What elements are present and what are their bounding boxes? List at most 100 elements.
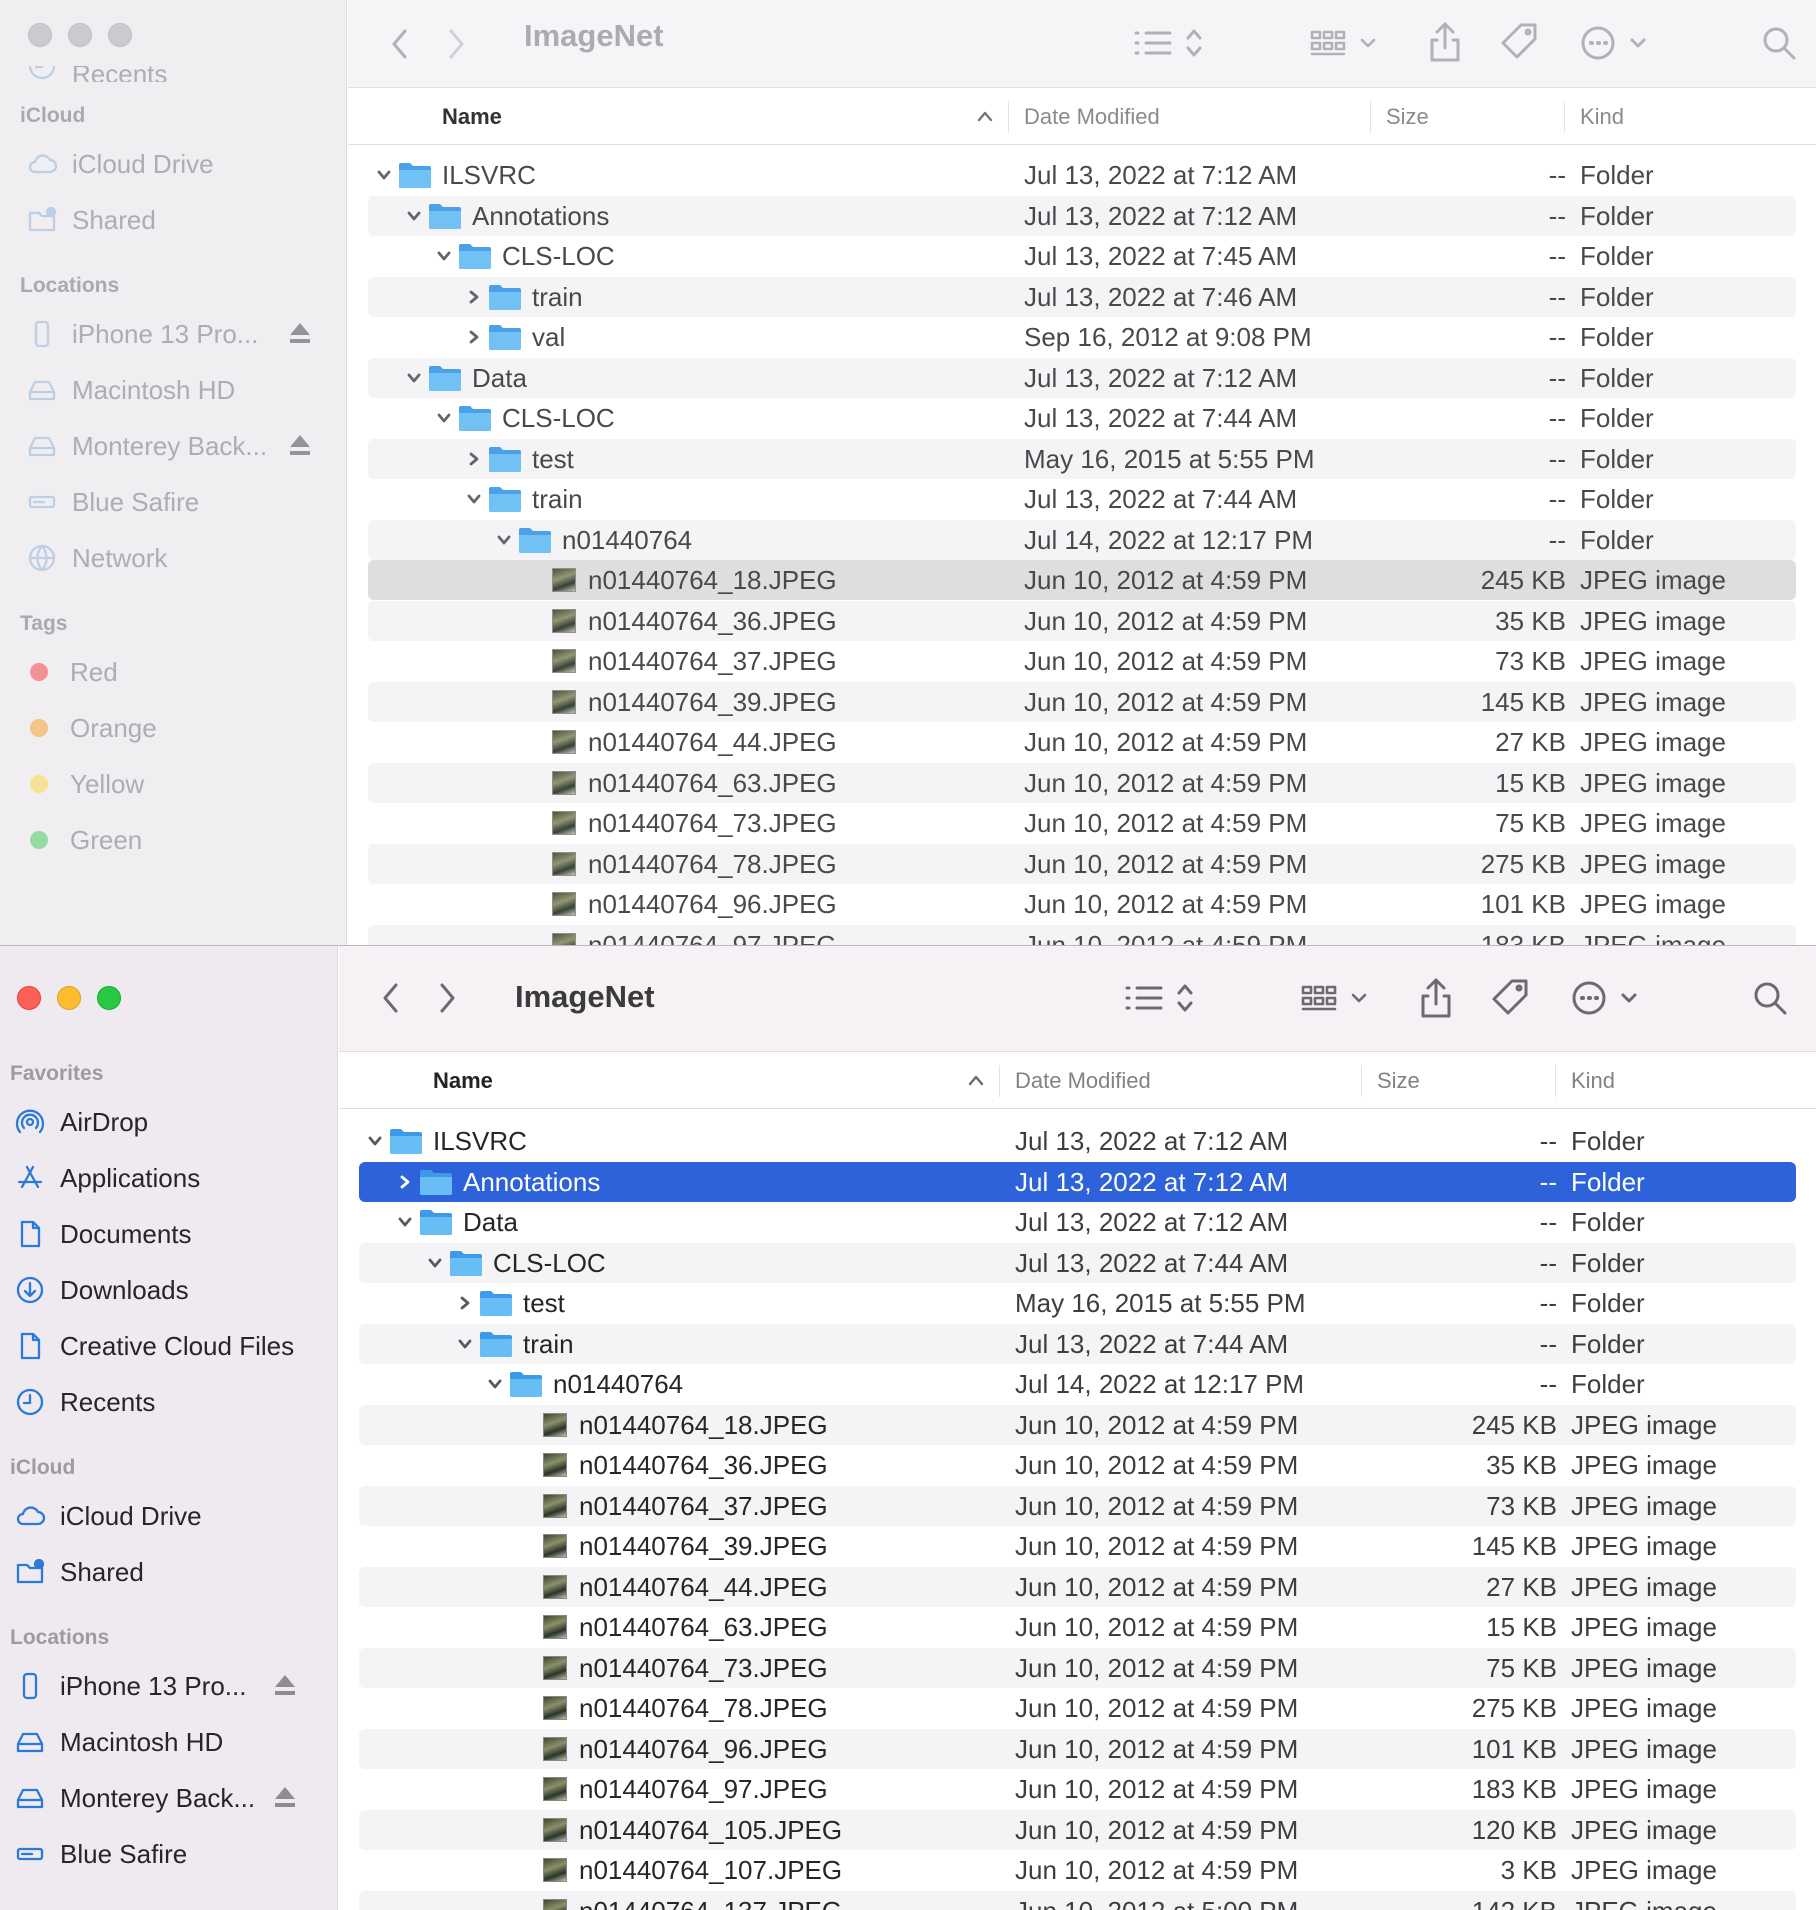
back-button[interactable] xyxy=(371,976,411,1020)
more-actions-button[interactable] xyxy=(1576,18,1656,68)
column-name[interactable]: Name xyxy=(433,1053,493,1109)
sidebar-item-monterey-back[interactable]: Monterey Back... xyxy=(0,1770,337,1826)
file-row[interactable]: n01440764_78.JPEG Jun 10, 2012 at 4:59 PM… xyxy=(368,843,1796,884)
group-button[interactable] xyxy=(1297,973,1377,1023)
disclosure-triangle[interactable] xyxy=(425,1243,445,1283)
folder-row[interactable]: n01440764 Jul 14, 2022 at 12:17 PM -- Folde… xyxy=(368,519,1796,560)
forward-button[interactable] xyxy=(436,22,476,66)
column-kind[interactable]: Kind xyxy=(1580,89,1624,145)
folder-row[interactable]: val Sep 16, 2012 at 9:08 PM -- Folder xyxy=(368,317,1796,357)
file-row[interactable]: n01440764_36.JPEG Jun 10, 2012 at 4:59 PM… xyxy=(368,600,1796,641)
column-date-modified[interactable]: Date Modified xyxy=(1024,89,1160,145)
folder-row[interactable]: CLS-LOC Jul 13, 2022 at 7:45 AM -- Folder xyxy=(368,236,1796,276)
column-size[interactable]: Size xyxy=(1377,1053,1420,1109)
file-row[interactable]: n01440764_73.JPEG Jun 10, 2012 at 4:59 PM… xyxy=(359,1647,1796,1688)
disclosure-triangle[interactable] xyxy=(464,479,484,519)
sidebar-item-creative-cloud-files[interactable]: Creative Cloud Files xyxy=(0,1318,337,1374)
close-button[interactable] xyxy=(17,986,41,1010)
zoom-button[interactable] xyxy=(97,986,121,1010)
disclosure-triangle[interactable] xyxy=(494,520,514,560)
file-row[interactable]: n01440764_39.JPEG Jun 10, 2012 at 4:59 PM… xyxy=(359,1526,1796,1566)
share-button[interactable] xyxy=(1420,14,1470,70)
folder-row[interactable]: Data Jul 13, 2022 at 7:12 AM -- Folder xyxy=(368,357,1796,398)
folder-row[interactable]: test May 16, 2015 at 5:55 PM -- Folder xyxy=(359,1283,1796,1323)
sidebar-item-iphone-13-pro[interactable]: iPhone 13 Pro... xyxy=(0,1658,337,1714)
folder-row[interactable]: Data Jul 13, 2022 at 7:12 AM -- Folder xyxy=(359,1202,1796,1242)
disclosure-triangle[interactable] xyxy=(404,358,424,398)
file-row[interactable]: n01440764_37.JPEG Jun 10, 2012 at 4:59 PM… xyxy=(368,641,1796,681)
share-button[interactable] xyxy=(1411,970,1461,1026)
file-row[interactable]: n01440764_137.JPEG Jun 10, 2012 at 5:00 P… xyxy=(359,1890,1796,1910)
sidebar-item-blue-safire[interactable]: Blue Safire xyxy=(0,1826,337,1882)
group-button[interactable] xyxy=(1306,18,1386,68)
file-row[interactable]: n01440764_97.JPEG Jun 10, 2012 at 4:59 PM… xyxy=(368,924,1796,945)
sidebar-item-icloud-drive[interactable]: iCloud Drive xyxy=(0,1488,337,1544)
search-button[interactable] xyxy=(1745,973,1795,1023)
search-button[interactable] xyxy=(1754,18,1804,68)
minimize-button[interactable] xyxy=(57,986,81,1010)
folder-row[interactable]: Annotations Jul 13, 2022 at 7:12 AM -- Fold… xyxy=(359,1161,1796,1202)
disclosure-triangle[interactable] xyxy=(434,398,454,438)
back-button[interactable] xyxy=(380,22,420,66)
sidebar-item-monterey-back[interactable]: Monterey Back... xyxy=(0,418,346,474)
sidebar-item-red[interactable]: Red xyxy=(0,644,346,700)
file-row[interactable]: n01440764_107.JPEG Jun 10, 2012 at 4:59 P… xyxy=(359,1850,1796,1890)
eject-icon[interactable] xyxy=(273,1672,297,1698)
file-row[interactable]: n01440764_44.JPEG Jun 10, 2012 at 4:59 PM… xyxy=(359,1566,1796,1607)
disclosure-triangle[interactable] xyxy=(365,1121,385,1161)
file-row[interactable]: n01440764_73.JPEG Jun 10, 2012 at 4:59 PM… xyxy=(368,803,1796,843)
sidebar-item-documents[interactable]: Documents xyxy=(0,1206,337,1262)
folder-row[interactable]: n01440764 Jul 14, 2022 at 12:17 PM -- Folde… xyxy=(359,1364,1796,1404)
disclosure-triangle[interactable] xyxy=(455,1324,475,1364)
sidebar-item-downloads[interactable]: Downloads xyxy=(0,1262,337,1318)
close-button[interactable] xyxy=(28,23,52,47)
folder-row[interactable]: Annotations Jul 13, 2022 at 7:12 AM -- Fold… xyxy=(368,195,1796,236)
sidebar-item-network[interactable]: Network xyxy=(0,530,346,586)
file-row[interactable]: n01440764_63.JPEG Jun 10, 2012 at 4:59 PM… xyxy=(359,1607,1796,1647)
file-row[interactable]: n01440764_96.JPEG Jun 10, 2012 at 4:59 PM… xyxy=(359,1728,1796,1769)
column-size[interactable]: Size xyxy=(1386,89,1429,145)
file-row[interactable]: n01440764_78.JPEG Jun 10, 2012 at 4:59 PM… xyxy=(359,1688,1796,1728)
disclosure-triangle[interactable] xyxy=(464,439,484,479)
folder-row[interactable]: train Jul 13, 2022 at 7:44 AM -- Folder xyxy=(368,479,1796,519)
sidebar-item-macintosh-hd[interactable]: Macintosh HD xyxy=(0,1714,337,1770)
file-row[interactable]: n01440764_105.JPEG Jun 10, 2012 at 4:59 P… xyxy=(359,1809,1796,1850)
disclosure-triangle[interactable] xyxy=(455,1283,475,1323)
file-row[interactable]: n01440764_39.JPEG Jun 10, 2012 at 4:59 PM… xyxy=(368,681,1796,722)
file-row[interactable]: n01440764_63.JPEG Jun 10, 2012 at 4:59 PM… xyxy=(368,762,1796,803)
file-row[interactable]: n01440764_96.JPEG Jun 10, 2012 at 4:59 PM… xyxy=(368,884,1796,924)
disclosure-triangle[interactable] xyxy=(434,236,454,276)
sidebar-item-blue-safire[interactable]: Blue Safire xyxy=(0,474,346,530)
eject-icon[interactable] xyxy=(273,1784,297,1810)
sidebar-item-green[interactable]: Green xyxy=(0,812,346,868)
file-row[interactable]: n01440764_18.JPEG Jun 10, 2012 at 4:59 PM… xyxy=(359,1404,1796,1445)
column-kind[interactable]: Kind xyxy=(1571,1053,1615,1109)
disclosure-triangle[interactable] xyxy=(464,277,484,317)
disclosure-triangle[interactable] xyxy=(374,155,394,195)
sidebar-item-recents[interactable]: Recents xyxy=(0,1374,337,1430)
list-view-button[interactable] xyxy=(1119,973,1199,1023)
sidebar-item-yellow[interactable]: Yellow xyxy=(0,756,346,812)
disclosure-triangle[interactable] xyxy=(395,1162,415,1202)
forward-button[interactable] xyxy=(427,976,467,1020)
sidebar-item-applications[interactable]: Applications xyxy=(0,1150,337,1206)
folder-row[interactable]: ILSVRC Jul 13, 2022 at 7:12 AM -- Folder xyxy=(359,1121,1796,1161)
sidebar-item-shared[interactable]: Shared xyxy=(0,192,346,248)
sidebar-item-recents[interactable]: Recents xyxy=(0,66,346,82)
more-actions-button[interactable] xyxy=(1567,973,1647,1023)
column-name[interactable]: Name xyxy=(442,89,502,145)
sidebar-item-icloud-drive[interactable]: iCloud Drive xyxy=(0,136,346,192)
eject-icon[interactable] xyxy=(288,320,312,346)
folder-row[interactable]: train Jul 13, 2022 at 7:46 AM -- Folder xyxy=(368,276,1796,317)
file-row[interactable]: n01440764_18.JPEG Jun 10, 2012 at 4:59 PM… xyxy=(368,560,1796,600)
sidebar-item-airdrop[interactable]: AirDrop xyxy=(0,1094,337,1150)
eject-icon[interactable] xyxy=(288,432,312,458)
file-row[interactable]: n01440764_97.JPEG Jun 10, 2012 at 4:59 PM… xyxy=(359,1769,1796,1809)
column-date-modified[interactable]: Date Modified xyxy=(1015,1053,1151,1109)
zoom-button[interactable] xyxy=(108,23,132,47)
file-row[interactable]: n01440764_44.JPEG Jun 10, 2012 at 4:59 PM… xyxy=(368,722,1796,762)
folder-row[interactable]: CLS-LOC Jul 13, 2022 at 7:44 AM -- Folder xyxy=(359,1242,1796,1283)
list-view-button[interactable] xyxy=(1128,18,1208,68)
disclosure-triangle[interactable] xyxy=(485,1364,505,1404)
minimize-button[interactable] xyxy=(68,23,92,47)
